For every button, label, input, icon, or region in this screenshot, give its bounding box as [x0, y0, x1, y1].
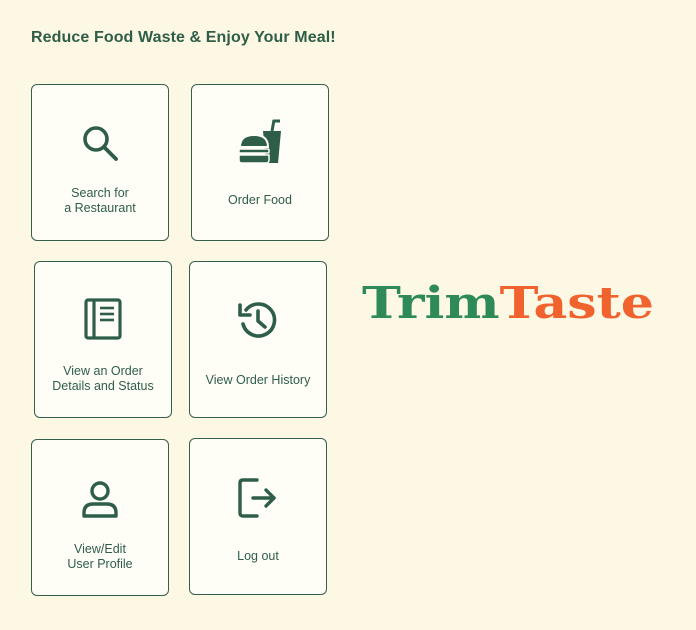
- logo-taste: Taste: [500, 280, 654, 326]
- order-details-button[interactable]: View an Order Details and Status: [34, 261, 172, 418]
- search-restaurant-label: Search for a Restaurant: [64, 186, 136, 215]
- order-history-label: View Order History: [205, 373, 311, 387]
- order-food-button[interactable]: Order Food: [191, 84, 329, 241]
- burger-drink-icon: [238, 119, 281, 164]
- document-icon: [84, 298, 122, 340]
- logout-icon: [238, 478, 276, 518]
- order-history-button[interactable]: View Order History: [189, 261, 327, 418]
- order-details-label: View an Order Details and Status: [52, 364, 154, 393]
- logout-button[interactable]: Log out: [189, 438, 327, 595]
- history-icon: [238, 302, 277, 338]
- logo-trim: Trim: [362, 280, 500, 326]
- svg-text:TrimTaste: Trim Taste: [362, 280, 654, 326]
- search-restaurant-button[interactable]: Search for a Restaurant: [31, 84, 169, 241]
- user-profile-label: View/Edit User Profile: [67, 542, 133, 571]
- trimtaste-logo: Trim Taste: [362, 280, 654, 326]
- search-icon: [83, 126, 118, 161]
- user-icon: [82, 481, 118, 518]
- order-food-label: Order Food: [228, 193, 292, 207]
- user-profile-button[interactable]: View/Edit User Profile: [31, 439, 169, 596]
- page-title: Reduce Food Waste & Enjoy Your Meal!: [31, 29, 336, 46]
- logout-label: Log out: [237, 549, 279, 563]
